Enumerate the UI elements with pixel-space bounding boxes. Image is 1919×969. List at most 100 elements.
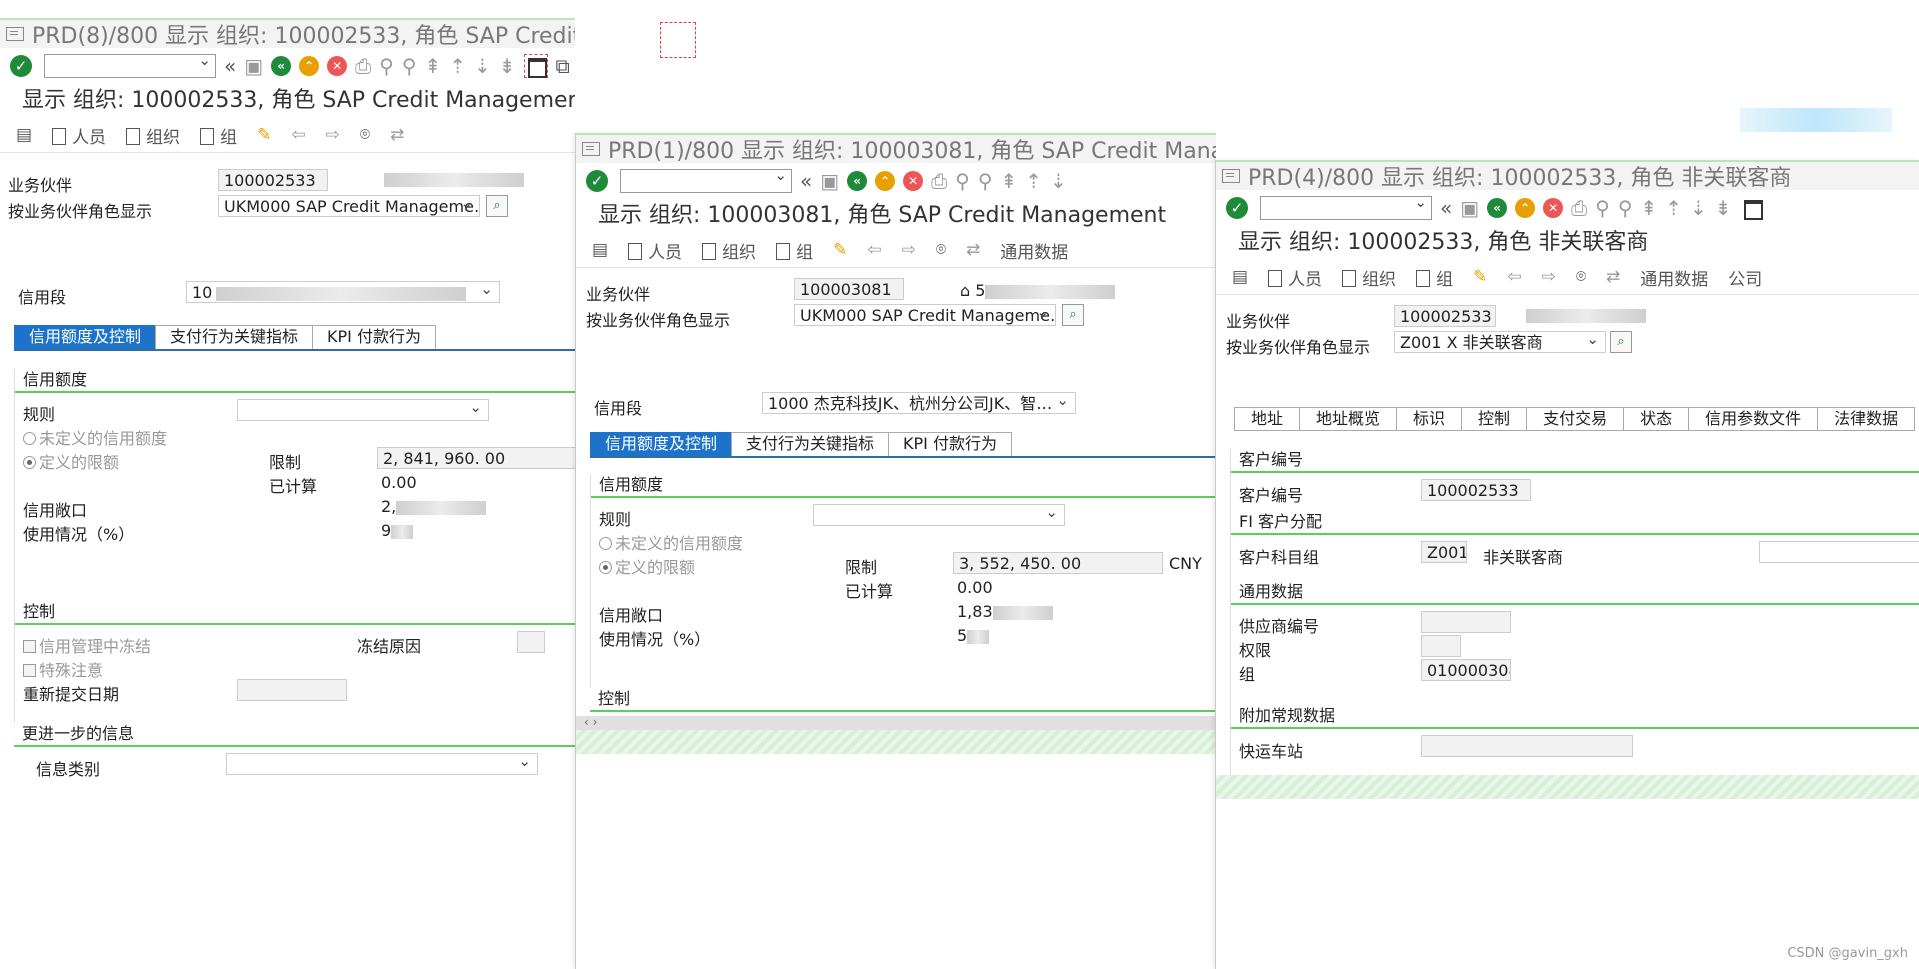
role-search-icon[interactable]: ⌕ — [486, 195, 508, 217]
double-chevron-icon[interactable]: « — [1440, 197, 1452, 219]
save-icon[interactable]: ▣ — [820, 170, 839, 192]
nav-group-button[interactable]: 组 — [776, 238, 813, 263]
bp-field[interactable]: 100002533 — [218, 169, 328, 191]
customer-no-field[interactable]: 100002533 — [1421, 479, 1531, 501]
switch-icon[interactable]: ⇄ — [1606, 267, 1620, 287]
window-titlebar[interactable]: PRD(4)/800 显示 组织: 100002533, 角色 非关联客商 — [1216, 160, 1919, 190]
tab-address-overview[interactable]: 地址概览 — [1299, 407, 1398, 431]
nav-person-button[interactable]: 人员 — [628, 238, 682, 263]
arrow-right-icon[interactable]: ⇨ — [326, 125, 340, 145]
arrow-left-icon[interactable]: ⇦ — [1507, 267, 1521, 287]
print-icon[interactable]: ⎙ — [355, 55, 371, 77]
auth-field[interactable] — [1421, 635, 1461, 657]
tab-credit-limit[interactable]: 信用额度及控制 — [14, 325, 157, 349]
double-chevron-icon[interactable]: « — [224, 55, 236, 77]
role-dropdown[interactable]: UKM000 SAP Credit Manageme… — [794, 304, 1056, 326]
save-icon[interactable]: ▣ — [244, 55, 263, 77]
cancel-button[interactable]: ✕ — [327, 56, 348, 76]
double-chevron-icon[interactable]: « — [800, 170, 812, 192]
exit-button[interactable]: ⌃ — [875, 171, 896, 191]
command-field[interactable] — [620, 166, 792, 193]
prev-page-icon[interactable]: ⇡ — [1665, 197, 1682, 219]
prev-page-icon[interactable]: ⇡ — [1025, 170, 1042, 192]
print-icon[interactable]: ⎙ — [1571, 197, 1587, 219]
tab-payment[interactable]: 支付交易 — [1526, 407, 1625, 431]
role-dropdown[interactable]: Z001 X 非关联客商 — [1394, 331, 1606, 353]
tab-identification[interactable]: 标识 — [1396, 407, 1463, 431]
role-search-icon[interactable]: ⌕ — [1062, 304, 1084, 326]
nav-org-button[interactable]: 组织 — [1342, 265, 1396, 290]
nav-general-data[interactable]: 通用数据 — [1640, 265, 1708, 290]
switch-icon[interactable]: ⇄ — [966, 240, 980, 260]
glasses-icon[interactable]: ⌾ — [936, 240, 946, 260]
arrow-right-icon[interactable]: ⇨ — [1542, 267, 1556, 287]
resubmit-field[interactable] — [237, 679, 347, 701]
shortcut-icon[interactable]: ⧉ — [556, 55, 570, 77]
edit-icon[interactable]: ✎ — [257, 125, 271, 145]
last-page-icon[interactable]: ⇟ — [499, 55, 516, 77]
freeze-reason-field[interactable] — [517, 631, 545, 653]
tab-credit-limit[interactable]: 信用额度及控制 — [590, 432, 733, 456]
enter-button[interactable]: ✓ — [1226, 197, 1248, 219]
nav-group-button[interactable]: 组 — [1416, 265, 1453, 290]
horizontal-scrollbar[interactable]: ‹ › — [576, 715, 1216, 730]
limit-field[interactable]: 3, 552, 450. 00 — [953, 552, 1163, 574]
new-session-icon[interactable] — [1740, 196, 1764, 220]
role-search-icon[interactable]: ⌕ — [1610, 331, 1632, 353]
tab-address[interactable]: 地址 — [1234, 407, 1301, 431]
tab-credit-profile[interactable]: 信用参数文件 — [1688, 407, 1819, 431]
find-icon[interactable]: ⚲ — [1595, 197, 1610, 219]
back-button[interactable]: « — [271, 56, 292, 76]
switch-icon[interactable]: ⇄ — [390, 125, 404, 145]
tab-payment-kpi[interactable]: 支付行为关键指标 — [155, 325, 314, 349]
bp-field[interactable]: 100003081 — [794, 278, 904, 300]
tab-kpi-payment[interactable]: KPI 付款行为 — [312, 325, 436, 349]
group-field[interactable]: 0100003081 — [1421, 659, 1511, 681]
tab-control[interactable]: 控制 — [1461, 407, 1528, 431]
enter-button[interactable]: ✓ — [586, 170, 608, 192]
command-field[interactable] — [44, 51, 216, 78]
cancel-button[interactable]: ✕ — [1543, 198, 1564, 218]
exit-button[interactable]: ⌃ — [299, 56, 320, 76]
first-page-icon[interactable]: ⇞ — [1000, 170, 1017, 192]
find-icon[interactable]: ⚲ — [955, 170, 970, 192]
print-icon[interactable]: ⎙ — [931, 170, 947, 192]
find-icon[interactable]: ⚲ — [379, 55, 394, 77]
nav-general-data[interactable]: 通用数据 — [1000, 238, 1068, 263]
next-page-icon[interactable]: ⇣ — [1690, 197, 1707, 219]
glasses-icon[interactable]: ⌾ — [1576, 267, 1586, 287]
nav-org-button[interactable]: 组织 — [702, 238, 756, 263]
layout-icon[interactable]: ▤ — [16, 125, 32, 145]
nav-org-button[interactable]: 组织 — [126, 123, 180, 148]
find-next-icon[interactable]: ⚲ — [402, 55, 417, 77]
back-button[interactable]: « — [1487, 198, 1508, 218]
layout-icon[interactable]: ▤ — [592, 240, 608, 260]
new-session-icon[interactable] — [523, 54, 548, 78]
first-page-icon[interactable]: ⇞ — [424, 55, 441, 77]
station-field[interactable] — [1421, 735, 1633, 757]
command-field[interactable] — [1260, 193, 1432, 220]
save-icon[interactable]: ▣ — [1460, 197, 1479, 219]
next-page-icon[interactable]: ⇣ — [474, 55, 491, 77]
info-type-dropdown[interactable] — [226, 753, 538, 775]
nav-company[interactable]: 公司 — [1728, 265, 1762, 290]
scroll-arrows-icon[interactable]: ‹ › — [584, 715, 597, 729]
next-page-icon[interactable]: ⇣ — [1050, 170, 1067, 192]
edit-icon[interactable]: ✎ — [833, 240, 847, 260]
bp-field[interactable]: 100002533 — [1394, 305, 1496, 327]
first-page-icon[interactable]: ⇞ — [1640, 197, 1657, 219]
segment-dropdown[interactable]: 10 — [186, 281, 500, 303]
acct-group-field[interactable]: Z001 — [1421, 541, 1467, 563]
rule-dropdown[interactable] — [237, 399, 489, 421]
role-dropdown[interactable]: UKM000 SAP Credit Manageme… — [218, 195, 480, 217]
nav-person-button[interactable]: 人员 — [1268, 265, 1322, 290]
enter-button[interactable]: ✓ — [10, 55, 32, 77]
window-titlebar[interactable]: PRD(1)/800 显示 组织: 100003081, 角色 SAP Cred… — [576, 133, 1216, 163]
vendor-field[interactable] — [1421, 611, 1511, 633]
tab-legal-data[interactable]: 法律数据 — [1817, 407, 1916, 431]
tab-status[interactable]: 状态 — [1623, 407, 1690, 431]
arrow-right-icon[interactable]: ⇨ — [902, 240, 916, 260]
segment-dropdown[interactable]: 1000 杰克科技JK、杭州分公司JK、智… — [762, 392, 1076, 414]
find-next-icon[interactable]: ⚲ — [978, 170, 993, 192]
back-button[interactable]: « — [847, 171, 868, 191]
